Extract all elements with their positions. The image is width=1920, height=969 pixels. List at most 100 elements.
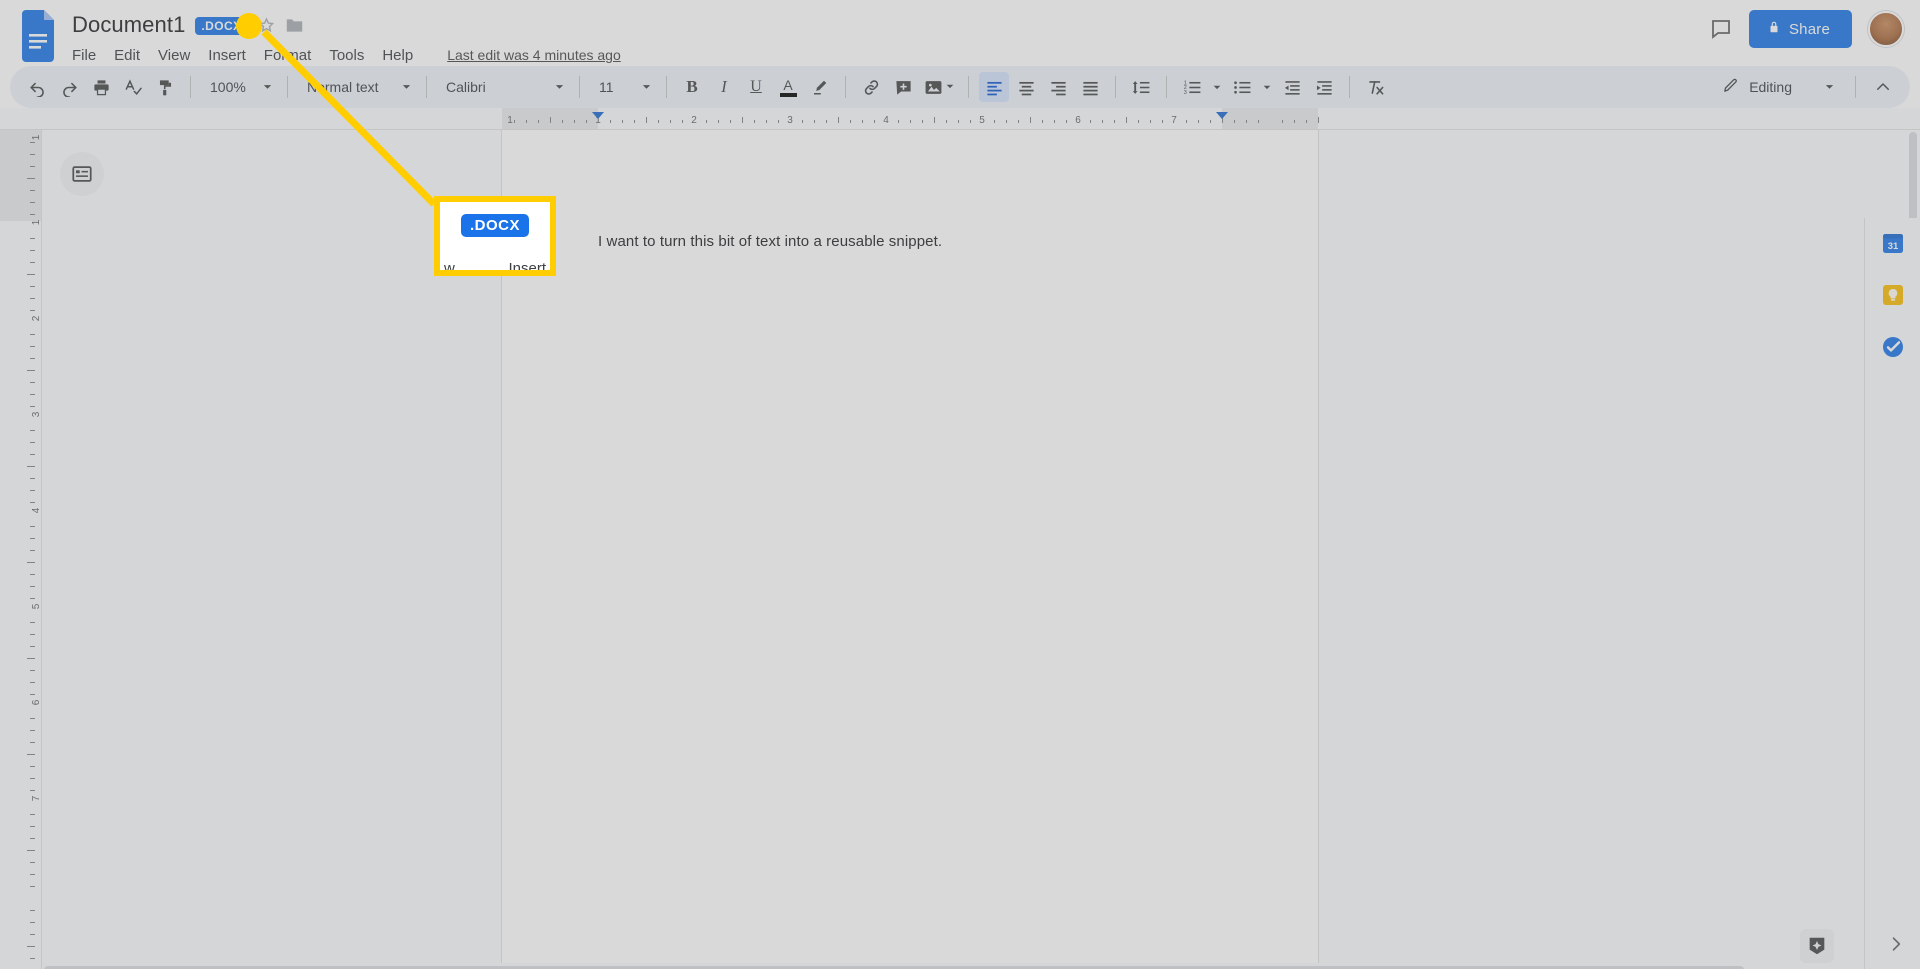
ruler-tick: [30, 766, 35, 767]
insert-image-icon[interactable]: [920, 72, 958, 102]
print-icon[interactable]: [86, 72, 116, 102]
left-indent-marker[interactable]: [592, 112, 604, 119]
chevron-up-icon[interactable]: [1868, 72, 1898, 102]
clear-formatting-icon[interactable]: [1360, 72, 1390, 102]
menu-item-view[interactable]: View: [158, 47, 190, 64]
avatar[interactable]: [1868, 11, 1904, 47]
ruler-number: 3: [31, 411, 43, 418]
menu-item-help[interactable]: Help: [382, 47, 413, 64]
zoom-select[interactable]: 100%: [201, 72, 277, 102]
menu-item-tools[interactable]: Tools: [329, 47, 364, 64]
align-center-icon[interactable]: [1011, 72, 1041, 102]
menu-item-insert[interactable]: Insert: [208, 47, 246, 64]
align-left-icon[interactable]: [979, 72, 1009, 102]
ruler-tick: [622, 120, 623, 123]
chevron-down-icon[interactable]: [1209, 82, 1225, 92]
insert-link-icon[interactable]: [856, 72, 886, 102]
increase-indent-icon[interactable]: [1309, 72, 1339, 102]
document-outline-icon[interactable]: [60, 152, 104, 196]
editing-mode-label: Editing: [1749, 79, 1792, 95]
align-justify-icon[interactable]: [1075, 72, 1105, 102]
ruler-tick: [1210, 120, 1211, 123]
ruler-tick: [1150, 120, 1151, 123]
ruler-tick: [30, 670, 35, 671]
chevron-down-icon[interactable]: [1259, 82, 1275, 92]
ruler-tick: [562, 120, 563, 123]
menu-item-format[interactable]: Format: [264, 47, 312, 64]
spellcheck-icon[interactable]: [118, 72, 148, 102]
ruler-tick: [682, 120, 683, 123]
ruler-tick: [934, 117, 935, 123]
decrease-indent-icon[interactable]: [1277, 72, 1307, 102]
last-edit-link[interactable]: Last edit was 4 minutes ago: [447, 47, 621, 63]
ruler-tick: [1006, 120, 1007, 123]
bold-button[interactable]: B: [677, 72, 707, 102]
ruler-tick: [27, 562, 35, 563]
underline-button[interactable]: U: [741, 72, 771, 102]
ruler-number: 6: [31, 699, 43, 706]
ruler-tick: [27, 946, 35, 947]
vertical-ruler[interactable]: 1 1 2 3 4 5 6 7: [0, 130, 43, 969]
ruler-tick: [30, 682, 35, 683]
menu-item-file[interactable]: File: [72, 47, 96, 64]
ruler-number: 4: [31, 507, 43, 514]
ruler-tick: [910, 120, 911, 123]
horizontal-scrollbar[interactable]: [42, 963, 1920, 969]
ruler-tick: [538, 120, 539, 123]
menu-item-edit[interactable]: Edit: [114, 47, 140, 64]
explore-star-icon[interactable]: [1800, 929, 1834, 963]
add-comment-icon[interactable]: [888, 72, 918, 102]
horizontal-ruler[interactable]: 11234567: [0, 108, 1920, 130]
google-docs-icon[interactable]: [20, 10, 60, 62]
comment-history-icon[interactable]: [1709, 17, 1733, 41]
ruler-tick: [30, 826, 35, 827]
ruler-tick: [1030, 117, 1031, 123]
folder-icon[interactable]: [285, 17, 304, 34]
right-indent-marker[interactable]: [1216, 112, 1228, 119]
ruler-tick: [30, 406, 35, 407]
toolbar-divider: [579, 76, 580, 98]
google-keep-icon[interactable]: [1880, 282, 1906, 308]
formatting-toolbar: 100% Normal text Calibri 11 B I U A 1 2 …: [10, 66, 1910, 108]
ruler-tick: [30, 334, 35, 335]
title-and-menu: Document1 .DOCX File Edit View Insert Fo…: [72, 8, 621, 68]
ruler-tick: [30, 694, 35, 695]
document-page[interactable]: I want to turn this bit of text into a r…: [502, 130, 1318, 969]
ruler-tick: [30, 598, 35, 599]
italic-button[interactable]: I: [709, 72, 739, 102]
page-title[interactable]: Document1: [72, 12, 185, 38]
paint-format-icon[interactable]: [150, 72, 180, 102]
google-tasks-icon[interactable]: [1880, 334, 1906, 360]
ruler-tick: [30, 526, 35, 527]
line-spacing-icon[interactable]: [1126, 72, 1156, 102]
text-color-button[interactable]: A: [773, 72, 803, 102]
toolbar-divider: [426, 76, 427, 98]
ruler-tick: [646, 117, 647, 123]
redo-icon[interactable]: [54, 72, 84, 102]
star-outline-icon[interactable]: [258, 16, 275, 34]
font-family-value: Calibri: [446, 79, 486, 95]
docx-format-badge[interactable]: .DOCX: [195, 17, 249, 35]
font-size-select[interactable]: 11: [590, 72, 656, 102]
paragraph-style-select[interactable]: Normal text: [298, 72, 416, 102]
share-button[interactable]: Share: [1748, 10, 1852, 48]
ruler-tick: [30, 382, 35, 383]
document-body-text[interactable]: I want to turn this bit of text into a r…: [598, 233, 942, 250]
ruler-tick: [30, 262, 35, 263]
ruler-tick: [994, 120, 995, 123]
numbered-list-icon[interactable]: 1 2 3: [1177, 72, 1207, 102]
header-actions: Share: [1709, 10, 1904, 48]
font-family-select[interactable]: Calibri: [437, 72, 569, 102]
bulleted-list-icon[interactable]: [1227, 72, 1257, 102]
ruler-tick: [30, 550, 35, 551]
ruler-tick: [30, 286, 35, 287]
undo-icon[interactable]: [22, 72, 52, 102]
google-calendar-icon[interactable]: 31: [1880, 230, 1906, 256]
align-right-icon[interactable]: [1043, 72, 1073, 102]
chevron-right-icon[interactable]: [1886, 934, 1906, 959]
editing-mode-button[interactable]: Editing: [1712, 72, 1843, 102]
chevron-down-icon: [262, 79, 273, 95]
ruler-tick: [27, 370, 35, 371]
ruler-tick: [30, 622, 35, 623]
highlight-pen-icon[interactable]: [805, 72, 835, 102]
